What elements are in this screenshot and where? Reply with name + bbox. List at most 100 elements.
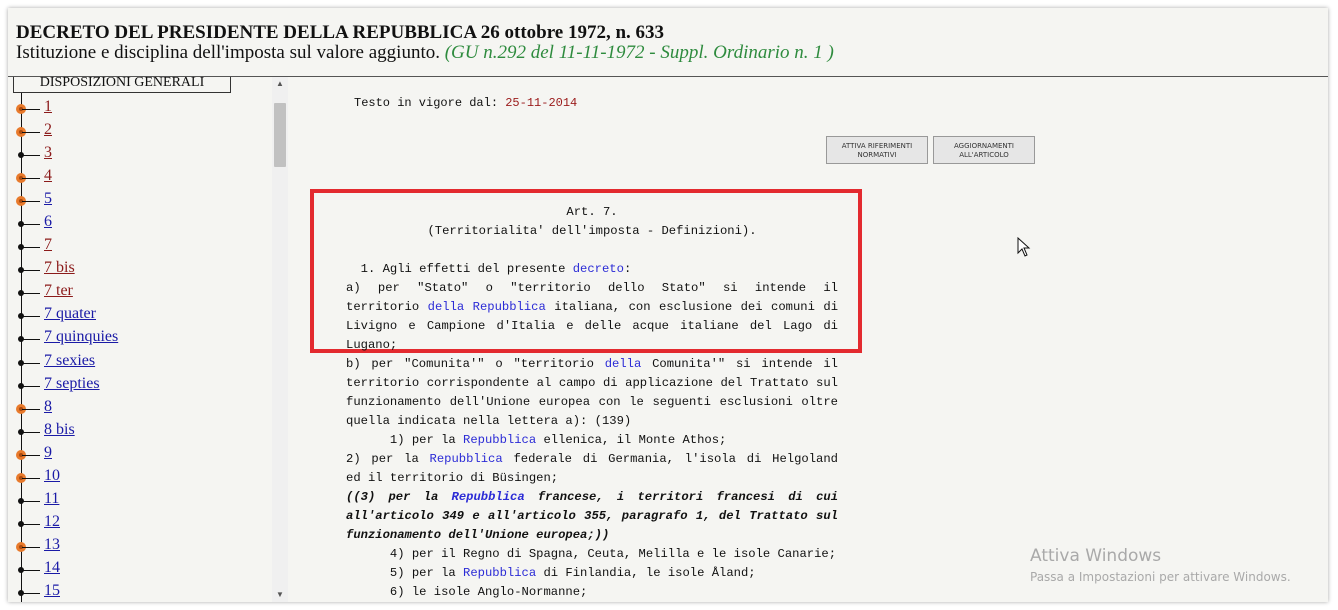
- tree-branch: [22, 132, 40, 134]
- article-item[interactable]: 7 sexies: [8, 349, 272, 372]
- article-link[interactable]: 10: [44, 467, 60, 485]
- article-item[interactable]: 10: [8, 464, 272, 487]
- text-segment: 1. Agli effetti del presente: [346, 262, 573, 276]
- tree-branch: [22, 385, 40, 387]
- text-segment: territorio corrispondente al campo di ap…: [346, 376, 838, 390]
- vigore-date: 25-11-2014: [505, 96, 578, 110]
- article-item[interactable]: 7 septies: [8, 372, 272, 395]
- article-link[interactable]: 7 septies: [44, 375, 100, 393]
- tree-branch: [22, 293, 40, 295]
- article-item[interactable]: 7 quater: [8, 302, 272, 325]
- browser-frame: DECRETO DEL PRESIDENTE DELLA REPUBBLICA …: [8, 8, 1328, 602]
- article-item[interactable]: 15: [8, 579, 272, 602]
- text-segment: francese, i territori francesi di cui: [524, 490, 839, 504]
- article-link[interactable]: 8 bis: [44, 421, 75, 439]
- tree-branch: [22, 201, 40, 203]
- keyword-link[interactable]: della: [605, 357, 642, 371]
- article-item[interactable]: 7 bis: [8, 256, 272, 279]
- article-link[interactable]: 15: [44, 582, 60, 600]
- article-line: 1. Agli effetti del presente decreto:: [346, 260, 838, 279]
- article-item[interactable]: 6: [8, 210, 272, 233]
- article-item[interactable]: 8: [8, 395, 272, 418]
- article-item[interactable]: 1: [8, 95, 272, 118]
- article-line: all'articolo 349 e all'articolo 355, par…: [346, 507, 838, 526]
- tree-branch: [22, 316, 40, 318]
- article-link[interactable]: 14: [44, 559, 60, 577]
- article-link[interactable]: 7 ter: [44, 282, 73, 300]
- article-item[interactable]: 12: [8, 510, 272, 533]
- article-item[interactable]: 7 ter: [8, 279, 272, 302]
- article-text: Art. 7. (Territorialita' dell'imposta - …: [346, 203, 838, 602]
- keyword-link[interactable]: Repubblica: [430, 452, 503, 466]
- scroll-up-icon[interactable]: ▲: [272, 77, 288, 91]
- text-segment: territorio: [346, 300, 428, 314]
- keyword-link[interactable]: Repubblica: [452, 490, 525, 504]
- text-segment: italiana, con esclusione dei comuni di: [545, 300, 839, 314]
- article-link[interactable]: 3: [44, 144, 52, 162]
- tree-branch: [22, 224, 40, 226]
- article-link[interactable]: 7 bis: [44, 259, 75, 277]
- text-segment: a) per "Stato" o "territorio dello Stato…: [346, 281, 838, 295]
- article-item[interactable]: 9: [8, 441, 272, 464]
- article-link[interactable]: 7 quater: [44, 305, 96, 323]
- windows-activation-notice: Attiva Windows Passa a Impostazioni per …: [1030, 546, 1291, 584]
- keyword-link[interactable]: della Repubblica: [428, 300, 546, 314]
- tree-branch: [22, 339, 40, 341]
- text-segment: Comunita'" si intende il: [641, 357, 838, 371]
- article-item[interactable]: 4: [8, 164, 272, 187]
- article-link[interactable]: 2: [44, 121, 52, 139]
- decree-subtitle: Istituzione e disciplina dell'imposta su…: [16, 42, 834, 64]
- text-segment: 4) per il Regno di Spagna, Ceuta, Melill…: [346, 547, 837, 561]
- page-header: DECRETO DEL PRESIDENTE DELLA REPUBBLICA …: [8, 8, 1328, 77]
- article-item[interactable]: 13: [8, 533, 272, 556]
- tree-branch: [22, 362, 40, 364]
- article-item[interactable]: 7: [8, 233, 272, 256]
- aggiornamenti-button[interactable]: AGGIORNAMENTI ALL'ARTICOLO: [933, 136, 1035, 164]
- article-link[interactable]: 7 sexies: [44, 352, 95, 370]
- article-link[interactable]: 8: [44, 398, 52, 416]
- article-line: 4) per il Regno di Spagna, Ceuta, Melill…: [346, 545, 838, 564]
- text-segment: Livigno e Campione d'Italia e delle acqu…: [346, 319, 838, 333]
- section-header[interactable]: DISPOSIZIONI GENERALI: [13, 77, 231, 93]
- article-item[interactable]: 8 bis: [8, 418, 272, 441]
- article-line: [346, 241, 838, 260]
- tree-branch: [22, 592, 40, 594]
- text-segment: ed il territorio di Büsingen;: [346, 471, 559, 485]
- tree-branch: [22, 546, 40, 548]
- article-link[interactable]: 12: [44, 513, 60, 531]
- article-item[interactable]: 2: [8, 118, 272, 141]
- article-link[interactable]: 4: [44, 167, 52, 185]
- article-link[interactable]: 7: [44, 236, 52, 254]
- article-item[interactable]: 7 quinquies: [8, 325, 272, 348]
- text-segment: 2) per la: [346, 452, 430, 466]
- keyword-link[interactable]: Repubblica: [463, 566, 536, 580]
- article-link[interactable]: 6: [44, 213, 52, 231]
- article-link[interactable]: 11: [44, 490, 59, 508]
- article-link[interactable]: 1: [44, 98, 52, 116]
- article-line: Livigno e Campione d'Italia e delle acqu…: [346, 317, 838, 336]
- article-link[interactable]: 13: [44, 536, 60, 554]
- scroll-down-icon[interactable]: ▼: [272, 588, 288, 602]
- article-content: Testo in vigore dal: 25-11-2014 ATTIVA R…: [288, 77, 1328, 602]
- article-line: funzionamento dell'Unione europea;)): [346, 526, 838, 545]
- keyword-link[interactable]: Repubblica: [463, 433, 536, 447]
- article-item[interactable]: 14: [8, 556, 272, 579]
- article-line: a) per "Stato" o "territorio dello Stato…: [346, 279, 838, 298]
- tree-branch: [22, 454, 40, 456]
- gazzetta-reference: (GU n.292 del 11-11-1972 - Suppl. Ordina…: [444, 42, 834, 63]
- tree-branch: [22, 155, 40, 157]
- text-segment: 1) per la: [346, 433, 464, 447]
- tree-branch: [22, 431, 40, 433]
- tree-branch: [22, 270, 40, 272]
- activation-subtitle: Passa a Impostazioni per attivare Window…: [1030, 570, 1291, 584]
- article-link[interactable]: 5: [44, 190, 52, 208]
- keyword-link[interactable]: decreto: [573, 262, 624, 276]
- sidebar-scrollbar[interactable]: ▲ ▼: [272, 77, 288, 602]
- article-link[interactable]: 7 quinquies: [44, 328, 118, 346]
- article-item[interactable]: 11: [8, 487, 272, 510]
- attiva-riferimenti-button[interactable]: ATTIVA RIFERIMENTI NORMATIVI: [826, 136, 928, 164]
- article-link[interactable]: 9: [44, 444, 52, 462]
- scrollbar-thumb[interactable]: [274, 103, 286, 167]
- article-item[interactable]: 5: [8, 187, 272, 210]
- article-item[interactable]: 3: [8, 141, 272, 164]
